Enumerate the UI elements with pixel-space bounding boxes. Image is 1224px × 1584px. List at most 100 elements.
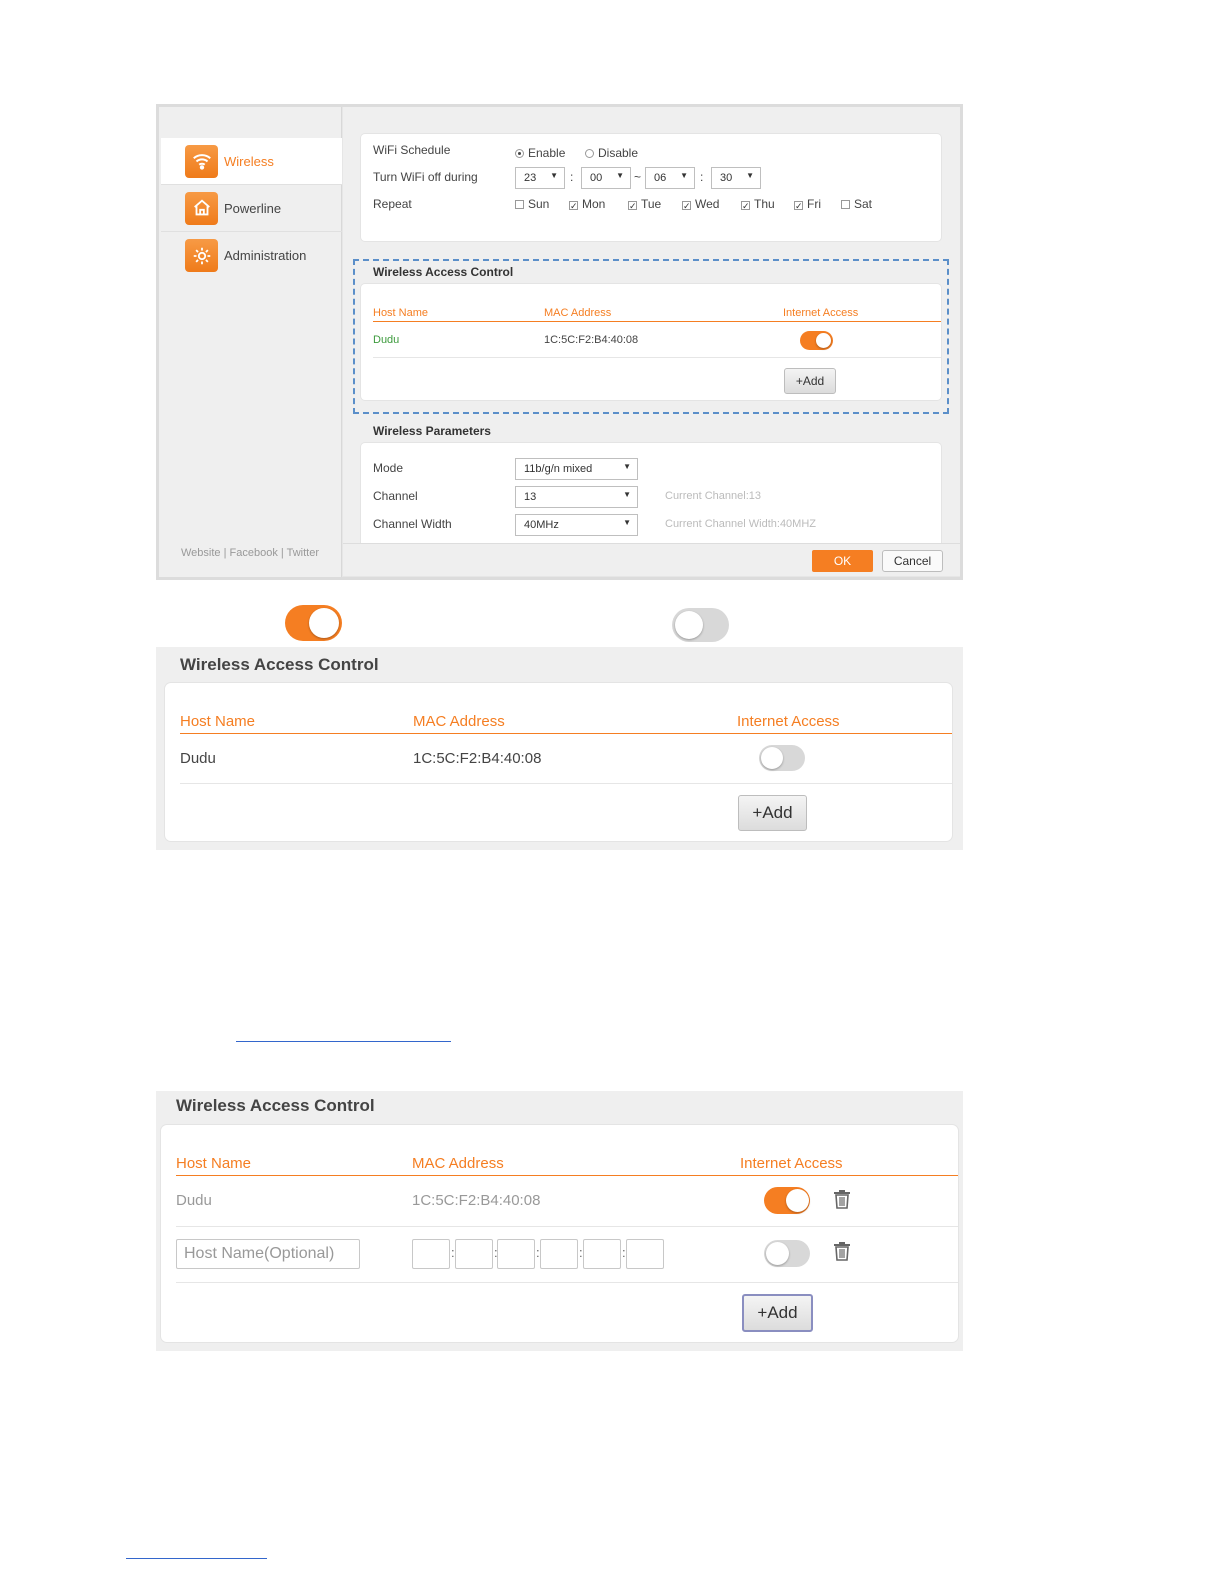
day-fri[interactable]: ✓ Fri <box>794 197 821 211</box>
mac-octet-3-input[interactable] <box>497 1239 535 1269</box>
start-minute-select[interactable]: 00 ▼ <box>581 167 631 189</box>
day-label: Fri <box>807 197 821 211</box>
separator: | <box>223 547 227 559</box>
facebook-link[interactable]: Facebook <box>230 547 278 559</box>
add-button[interactable]: +Add <box>742 1294 813 1332</box>
host-name-cell: Dudu <box>180 750 216 767</box>
day-tue[interactable]: ✓ Tue <box>628 197 661 211</box>
checkbox: ✓ <box>569 201 578 211</box>
enable-radio[interactable]: Enable <box>515 146 565 160</box>
mac-octet-5-input[interactable] <box>583 1239 621 1269</box>
header-divider <box>180 733 952 734</box>
dropdown-arrow-icon: ▼ <box>623 518 631 527</box>
disable-radio[interactable]: Disable <box>585 146 638 160</box>
day-thu[interactable]: ✓ Thu <box>741 197 775 211</box>
sidebar-item-administration[interactable]: Administration <box>161 232 342 279</box>
toggle-knob <box>675 611 703 639</box>
toggle-off-example <box>672 608 729 642</box>
website-link[interactable]: Website <box>181 547 221 559</box>
toggle-legend <box>0 600 1224 646</box>
mac-octet-4-input[interactable] <box>540 1239 578 1269</box>
day-sat[interactable]: Sat <box>841 197 872 211</box>
footer-links: Website | Facebook | Twitter <box>181 547 319 559</box>
host-name-header: Host Name <box>180 713 256 730</box>
mac-address-cell: 1C:5C:F2:B4:40:08 <box>412 1192 541 1209</box>
row-divider <box>180 783 952 784</box>
checkbox: ✓ <box>741 201 750 211</box>
sidebar: Wireless Powerline Administration Websit… <box>159 107 342 577</box>
house-icon <box>185 191 218 225</box>
select-value: 30 <box>720 172 733 184</box>
internet-access-header: Internet Access <box>740 1155 843 1172</box>
checkbox: ✓ <box>628 201 637 211</box>
host-name-cell: Dudu <box>176 1192 212 1209</box>
colon: : <box>570 170 574 184</box>
link-underline[interactable] <box>126 1558 267 1559</box>
link-underline[interactable] <box>236 1041 451 1042</box>
dropdown-arrow-icon: ▼ <box>680 171 688 180</box>
access-control-add-screenshot: Wireless Access Control Host Name MAC Ad… <box>156 1091 963 1351</box>
trash-icon[interactable] <box>833 1189 851 1209</box>
select-value: 11b/g/n mixed <box>524 463 593 475</box>
end-hour-select[interactable]: 06 ▼ <box>645 167 695 189</box>
twitter-link[interactable]: Twitter <box>287 547 319 559</box>
header-divider <box>176 1175 958 1176</box>
new-row-internet-toggle[interactable] <box>764 1240 810 1267</box>
internet-access-toggle[interactable] <box>759 745 805 771</box>
access-control-title: Wireless Access Control <box>180 655 379 674</box>
wifi-icon <box>185 144 218 178</box>
repeat-label: Repeat <box>373 197 412 211</box>
day-sun[interactable]: Sun <box>515 197 549 211</box>
sidebar-item-label: Administration <box>224 248 307 263</box>
internet-access-toggle[interactable] <box>764 1187 810 1214</box>
sidebar-item-label: Wireless <box>224 153 274 169</box>
day-wed[interactable]: ✓ Wed <box>682 197 719 211</box>
access-control-title: Wireless Access Control <box>176 1096 375 1115</box>
mac-address-header: MAC Address <box>412 1155 504 1172</box>
router-settings-screenshot: Wireless Powerline Administration Websit… <box>156 104 963 580</box>
dropdown-arrow-icon: ▼ <box>616 171 624 180</box>
select-value: 06 <box>654 172 667 184</box>
dropdown-arrow-icon: ▼ <box>550 171 558 180</box>
day-mon[interactable]: ✓ Mon <box>569 197 605 211</box>
toggle-knob <box>309 608 339 638</box>
mac-octet-6-input[interactable] <box>626 1239 664 1269</box>
day-label: Tue <box>641 197 662 211</box>
colon: : <box>700 170 704 184</box>
highlight-box <box>353 259 949 414</box>
enable-label: Enable <box>528 146 566 160</box>
radio-dot <box>585 149 594 158</box>
ok-button[interactable]: OK <box>812 550 873 572</box>
add-button[interactable]: +Add <box>738 795 807 831</box>
sidebar-item-wireless[interactable]: Wireless <box>161 138 342 185</box>
start-hour-select[interactable]: 23 ▼ <box>515 167 565 189</box>
host-name-input[interactable]: Host Name(Optional) <box>176 1239 360 1269</box>
channel-select[interactable]: 13 ▼ <box>515 486 638 508</box>
host-name-header: Host Name <box>176 1155 252 1172</box>
wireless-parameters-card: Mode 11b/g/n mixed ▼ Channel 13 ▼ Current … <box>361 443 941 543</box>
channel-width-label: Channel Width <box>373 517 452 531</box>
trash-icon[interactable] <box>833 1241 851 1261</box>
internet-access-header: Internet Access <box>737 713 840 730</box>
mode-select[interactable]: 11b/g/n mixed ▼ <box>515 458 638 480</box>
schedule-card: WiFi Schedule Enable Disable Turn WiFi o… <box>361 134 941 241</box>
channel-width-select[interactable]: 40MHz ▼ <box>515 514 638 536</box>
select-value: 13 <box>524 491 537 503</box>
checkbox: ✓ <box>682 201 691 211</box>
placeholder: Host Name(Optional) <box>184 1245 335 1262</box>
toggle-on-example <box>285 605 342 641</box>
day-label: Mon <box>582 197 606 211</box>
mac-address-cell: 1C:5C:F2:B4:40:08 <box>413 750 542 767</box>
day-label: Sun <box>528 197 550 211</box>
checkbox <box>841 200 850 209</box>
mac-address-header: MAC Address <box>413 713 505 730</box>
mode-label: Mode <box>373 461 404 475</box>
cancel-button[interactable]: Cancel <box>882 550 943 572</box>
toggle-knob <box>786 1189 809 1212</box>
channel-label: Channel <box>373 489 418 503</box>
mac-octet-2-input[interactable] <box>455 1239 493 1269</box>
sidebar-item-powerline[interactable]: Powerline <box>161 185 342 232</box>
end-minute-select[interactable]: 30 ▼ <box>711 167 761 189</box>
access-control-card: Host Name MAC Address Internet Access Du… <box>165 683 952 841</box>
mac-octet-1-input[interactable] <box>412 1239 450 1269</box>
